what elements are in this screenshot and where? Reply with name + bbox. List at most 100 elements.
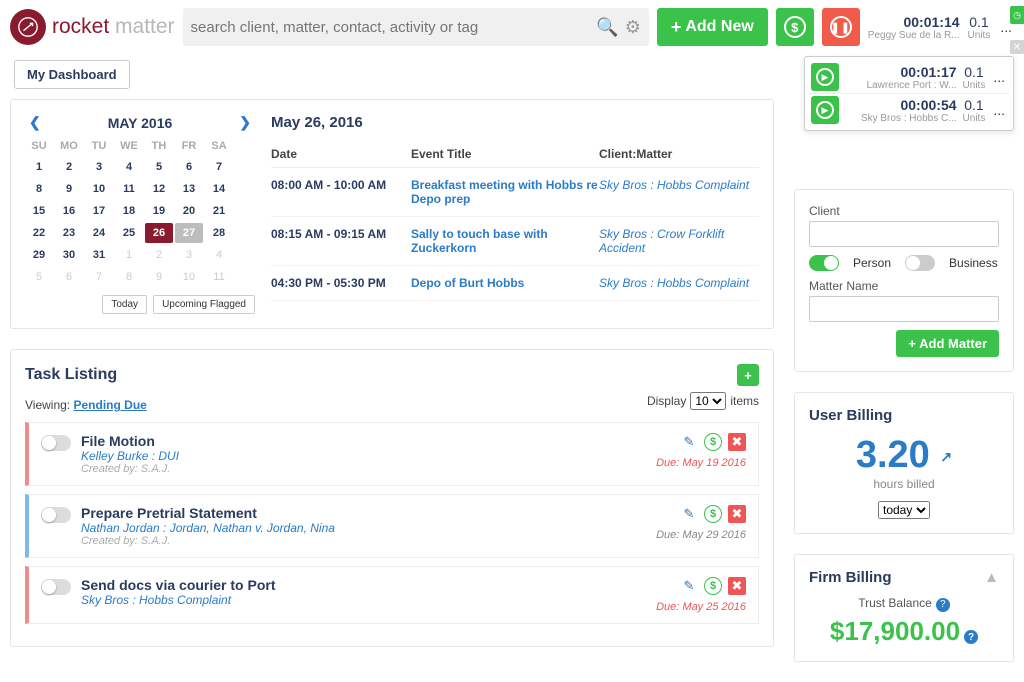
cal-flagged-button[interactable]: Upcoming Flagged — [153, 295, 255, 314]
cal-day[interactable]: 24 — [85, 223, 113, 243]
timer-play-button[interactable]: ▶ — [811, 63, 839, 91]
cal-day[interactable]: 17 — [85, 201, 113, 221]
cal-day[interactable]: 4 — [205, 245, 233, 265]
billing-button[interactable]: $ — [776, 8, 814, 46]
cal-day[interactable]: 7 — [85, 267, 113, 287]
bill-icon[interactable]: $ — [704, 505, 722, 523]
timer-pause-button[interactable]: ❚❚ — [822, 8, 860, 46]
search-bar[interactable]: 🔍 ⚙ — [183, 8, 649, 46]
event-client-matter[interactable]: Sky Bros : Hobbs Complaint — [599, 276, 759, 290]
cal-day[interactable]: 30 — [55, 245, 83, 265]
tab-my-dashboard[interactable]: My Dashboard — [14, 60, 130, 89]
task-client-matter[interactable]: Sky Bros : Hobbs Complaint — [81, 593, 646, 607]
matter-name-input[interactable] — [809, 296, 999, 322]
cal-day[interactable]: 3 — [175, 245, 203, 265]
cal-day[interactable]: 8 — [25, 179, 53, 199]
cal-day[interactable]: 11 — [205, 267, 233, 287]
edit-icon[interactable]: ✎ — [680, 505, 698, 523]
user-billing-period-select[interactable]: today — [878, 501, 930, 519]
cal-day[interactable]: 20 — [175, 201, 203, 221]
cal-day[interactable]: 23 — [55, 223, 83, 243]
cal-day[interactable]: 27 — [175, 223, 203, 243]
cal-prev-button[interactable]: ❮ — [29, 114, 41, 131]
stopwatch-tab[interactable]: ◷ — [1010, 6, 1024, 24]
cal-day[interactable]: 25 — [115, 223, 143, 243]
timer-play-button[interactable]: ▶ — [811, 96, 839, 124]
task-client-matter[interactable]: Nathan Jordan : Jordan, Nathan v. Jordan… — [81, 521, 646, 535]
task-toggle[interactable] — [41, 507, 71, 523]
main-timer-display[interactable]: 00:01:14 Peggy Sue de la R... — [868, 14, 960, 41]
cal-day[interactable]: 29 — [25, 245, 53, 265]
cal-day[interactable]: 31 — [85, 245, 113, 265]
cal-day[interactable]: 18 — [115, 201, 143, 221]
search-input[interactable] — [191, 19, 597, 36]
cal-day[interactable]: 6 — [175, 157, 203, 177]
cal-day[interactable]: 12 — [145, 179, 173, 199]
cal-day[interactable]: 11 — [115, 179, 143, 199]
event-client-matter[interactable]: Sky Bros : Crow Forklift Accident — [599, 227, 759, 255]
task-viewing-link[interactable]: Pending Due — [73, 398, 146, 412]
cal-day[interactable]: 7 — [205, 157, 233, 177]
display-count-select[interactable]: 10 — [690, 392, 726, 410]
cal-day[interactable]: 1 — [115, 245, 143, 265]
cal-day[interactable]: 5 — [145, 157, 173, 177]
timer-menu[interactable]: ... — [991, 102, 1007, 118]
delete-icon[interactable]: ✖ — [728, 505, 746, 523]
cal-day[interactable]: 5 — [25, 267, 53, 287]
cal-day[interactable]: 14 — [205, 179, 233, 199]
cal-day[interactable]: 13 — [175, 179, 203, 199]
cal-day[interactable]: 10 — [85, 179, 113, 199]
person-toggle[interactable] — [809, 255, 839, 271]
gear-icon[interactable]: ⚙ — [625, 17, 641, 38]
cal-day[interactable]: 22 — [25, 223, 53, 243]
add-task-button[interactable]: + — [737, 364, 759, 386]
help-icon[interactable]: ? — [936, 598, 950, 612]
cal-today-button[interactable]: Today — [102, 295, 147, 314]
cal-day[interactable]: 2 — [145, 245, 173, 265]
add-new-button[interactable]: +Add New — [657, 8, 768, 46]
search-icon[interactable]: 🔍 — [596, 17, 618, 38]
main-timer-units: 0.1 Units — [968, 14, 991, 41]
cal-day[interactable]: 15 — [25, 201, 53, 221]
bill-icon[interactable]: $ — [704, 577, 722, 595]
event-title[interactable]: Breakfast meeting with Hobbs re Depo pre… — [411, 178, 599, 206]
event-title[interactable]: Depo of Burt Hobbs — [411, 276, 599, 290]
delete-icon[interactable]: ✖ — [728, 577, 746, 595]
cal-day[interactable]: 28 — [205, 223, 233, 243]
cal-day[interactable]: 21 — [205, 201, 233, 221]
cal-day[interactable]: 16 — [55, 201, 83, 221]
edit-icon[interactable]: ✎ — [680, 577, 698, 595]
cal-day[interactable]: 2 — [55, 157, 83, 177]
bill-icon[interactable]: $ — [704, 433, 722, 451]
event-title[interactable]: Sally to touch base with Zuckerkorn — [411, 227, 599, 255]
cal-day[interactable]: 8 — [115, 267, 143, 287]
cal-next-button[interactable]: ❯ — [239, 114, 251, 131]
timer-menu[interactable]: ... — [991, 69, 1007, 85]
logo[interactable]: rocket matter — [10, 9, 175, 45]
cal-day[interactable]: 9 — [55, 179, 83, 199]
add-matter-button[interactable]: Add Matter — [896, 330, 999, 357]
client-input[interactable] — [809, 221, 999, 247]
delete-icon[interactable]: ✖ — [728, 433, 746, 451]
pause-icon: ❚❚ — [830, 16, 852, 38]
cal-dow: SU — [25, 137, 53, 155]
cal-day[interactable]: 1 — [25, 157, 53, 177]
cal-dow: MO — [55, 137, 83, 155]
cal-day[interactable]: 3 — [85, 157, 113, 177]
cal-day[interactable]: 10 — [175, 267, 203, 287]
cal-day[interactable]: 9 — [145, 267, 173, 287]
close-timer-button[interactable]: ✕ — [1010, 40, 1024, 54]
task-client-matter[interactable]: Kelley Burke : DUI — [81, 449, 646, 463]
event-client-matter[interactable]: Sky Bros : Hobbs Complaint — [599, 178, 759, 192]
edit-icon[interactable]: ✎ — [680, 433, 698, 451]
help-icon[interactable]: ? — [964, 630, 978, 644]
cal-day[interactable]: 4 — [115, 157, 143, 177]
cal-day[interactable]: 6 — [55, 267, 83, 287]
cal-day[interactable]: 26 — [145, 223, 173, 243]
task-toggle[interactable] — [41, 579, 71, 595]
external-link-icon[interactable]: ↗ — [940, 448, 952, 464]
collapse-icon[interactable]: ▲ — [984, 569, 999, 586]
cal-day[interactable]: 19 — [145, 201, 173, 221]
business-toggle[interactable] — [905, 255, 935, 271]
task-toggle[interactable] — [41, 435, 71, 451]
